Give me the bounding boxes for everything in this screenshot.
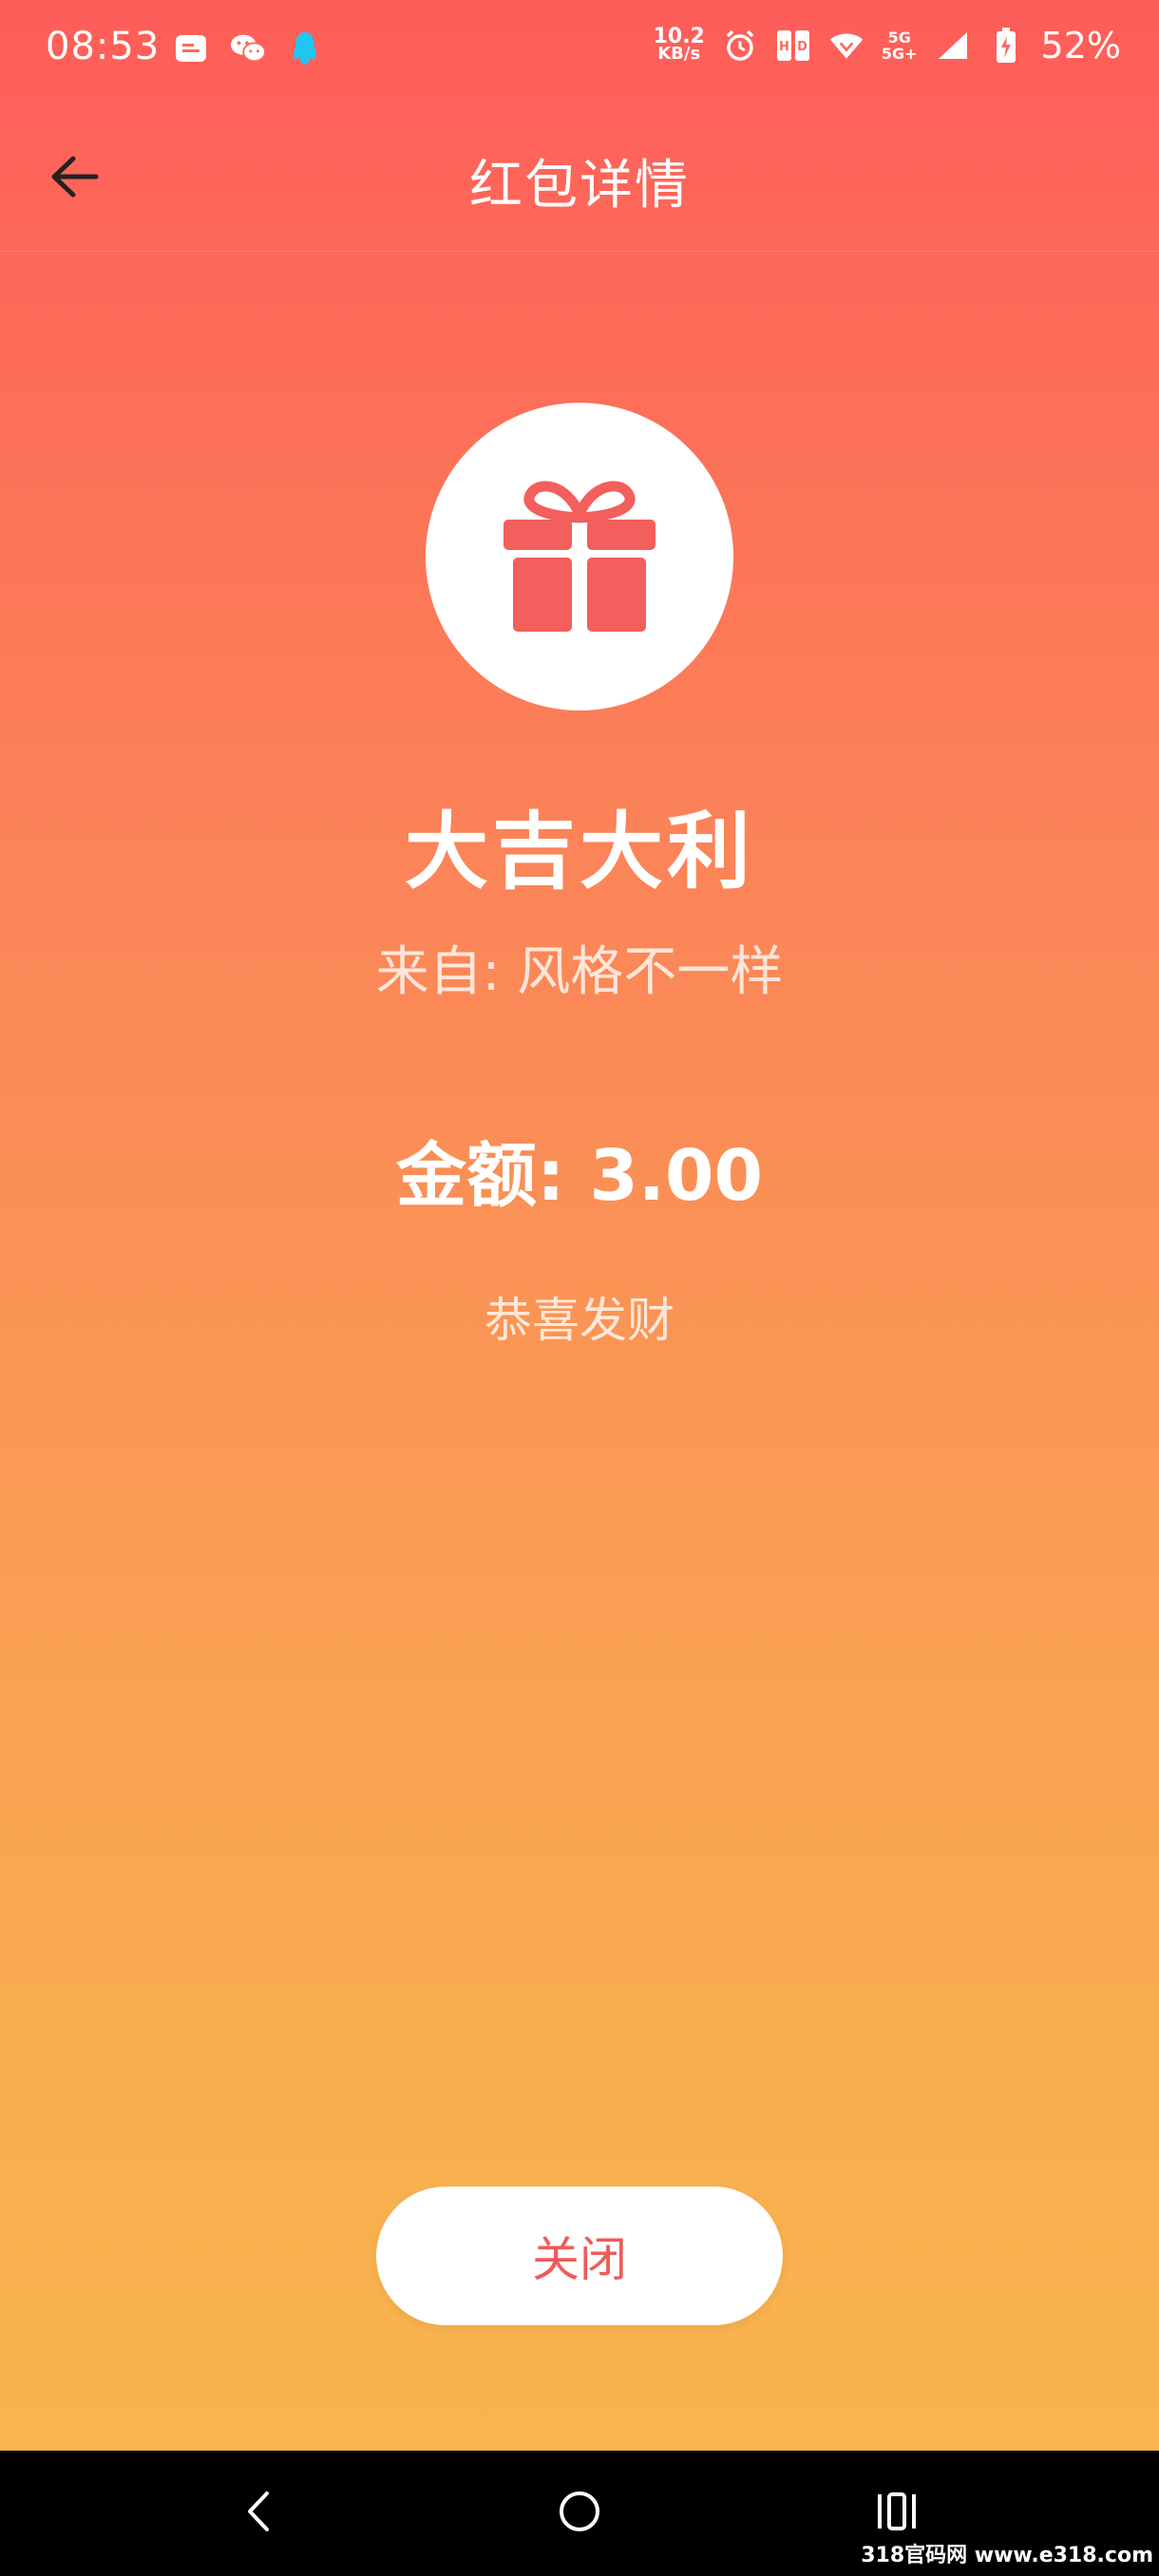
packet-sender: 来自: 风格不一样 bbox=[375, 941, 784, 1003]
network-type-top: 5G bbox=[887, 28, 911, 47]
message-notification-icon bbox=[173, 30, 209, 66]
network-type: 5G 5G+ bbox=[882, 29, 918, 62]
wifi-icon bbox=[828, 28, 864, 64]
gift-icon bbox=[500, 474, 659, 639]
packet-title: 大吉大利 bbox=[404, 803, 754, 900]
system-nav-bar: 318官码网 www.e318.com bbox=[0, 2451, 1159, 2576]
sim-hd-icon: HD bbox=[775, 28, 811, 64]
status-indicators: 10.2 KB/s HD 5G 5G+ 52% bbox=[654, 25, 1121, 66]
network-speed: 10.2 KB/s bbox=[654, 27, 705, 64]
page-title: 红包详情 bbox=[469, 155, 690, 217]
qq-icon bbox=[287, 30, 323, 66]
notification-icons bbox=[173, 30, 323, 66]
battery-percent: 52% bbox=[1040, 25, 1121, 66]
nav-home-button[interactable] bbox=[551, 2485, 608, 2542]
red-packet-detail-screen: 08:53 10.2 KB/s HD 5G 5G+ 52% 红包详情 大吉大利 … bbox=[0, 0, 1159, 2451]
status-bar: 08:53 10.2 KB/s HD 5G 5G+ 52% bbox=[0, 0, 1159, 103]
network-speed-unit: KB/s bbox=[657, 44, 701, 64]
signal-icon bbox=[935, 28, 971, 64]
status-time: 08:53 bbox=[46, 25, 161, 68]
svg-text:D: D bbox=[797, 40, 808, 54]
wechat-icon bbox=[230, 30, 266, 66]
alarm-icon bbox=[722, 28, 758, 64]
gift-avatar bbox=[426, 403, 733, 710]
nav-recents-button[interactable] bbox=[868, 2485, 925, 2542]
battery-charging-icon bbox=[988, 28, 1024, 64]
nav-back-button[interactable] bbox=[230, 2485, 287, 2542]
packet-amount: 金额: 3.00 bbox=[396, 1135, 763, 1217]
nav-back-icon bbox=[244, 2490, 273, 2537]
network-type-bottom: 5G+ bbox=[881, 45, 918, 63]
svg-text:H: H bbox=[779, 40, 789, 54]
close-button[interactable]: 关闭 bbox=[376, 2187, 783, 2325]
packet-wish: 恭喜发财 bbox=[484, 1293, 674, 1348]
nav-home-icon bbox=[557, 2489, 602, 2538]
app-header: 红包详情 bbox=[0, 103, 1159, 252]
site-watermark: 318官码网 www.e318.com bbox=[861, 2544, 1153, 2567]
nav-recents-icon bbox=[874, 2491, 920, 2536]
